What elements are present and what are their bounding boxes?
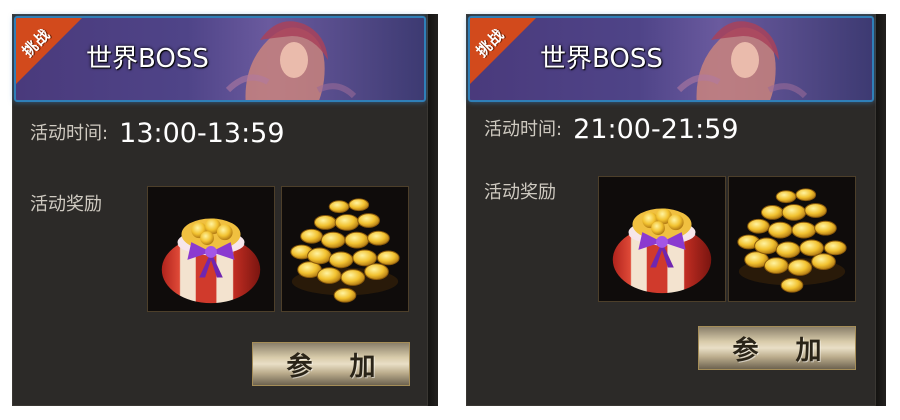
join-button[interactable]: 参 加 [252, 342, 410, 386]
activity-time-row: 活动时间: 21:00-21:59 [484, 114, 739, 145]
gift-bag-icon [599, 177, 725, 301]
time-label: 活动时间: [30, 123, 109, 144]
reward-label: 活动奖励 [30, 194, 102, 215]
gold-coins-icon [729, 177, 855, 301]
reward-slot-gold-coins[interactable] [728, 176, 856, 302]
time-label: 活动时间: [484, 119, 563, 140]
time-value: 13:00-13:59 [119, 118, 285, 149]
world-boss-card-2: 挑战 世界BOSS 活动时间: 21:00-21:59 活动奖励 参 加 [466, 14, 876, 406]
reward-slot-gift-bag[interactable] [598, 176, 726, 302]
reward-label: 活动奖励 [484, 182, 556, 203]
join-button[interactable]: 参 加 [698, 326, 856, 370]
card-header: 挑战 世界BOSS [468, 16, 874, 102]
gift-bag-icon [148, 187, 274, 311]
card-title: 世界BOSS [86, 44, 209, 74]
card-2-scroll-edge [876, 14, 886, 406]
card-header: 挑战 世界BOSS [14, 16, 426, 102]
reward-slot-gift-bag[interactable] [147, 186, 275, 312]
time-value: 21:00-21:59 [573, 114, 739, 145]
boss-portrait-art [659, 16, 809, 102]
card-title: 世界BOSS [540, 44, 663, 74]
card-1-scroll-edge [428, 14, 438, 406]
gold-coins-icon [282, 187, 408, 311]
boss-portrait-art [208, 16, 358, 102]
world-boss-card-1: 挑战 世界BOSS 活动时间: 13:00-13:59 活动奖励 参 加 [12, 14, 428, 406]
activity-time-row: 活动时间: 13:00-13:59 [30, 118, 285, 149]
reward-slot-gold-coins[interactable] [281, 186, 409, 312]
